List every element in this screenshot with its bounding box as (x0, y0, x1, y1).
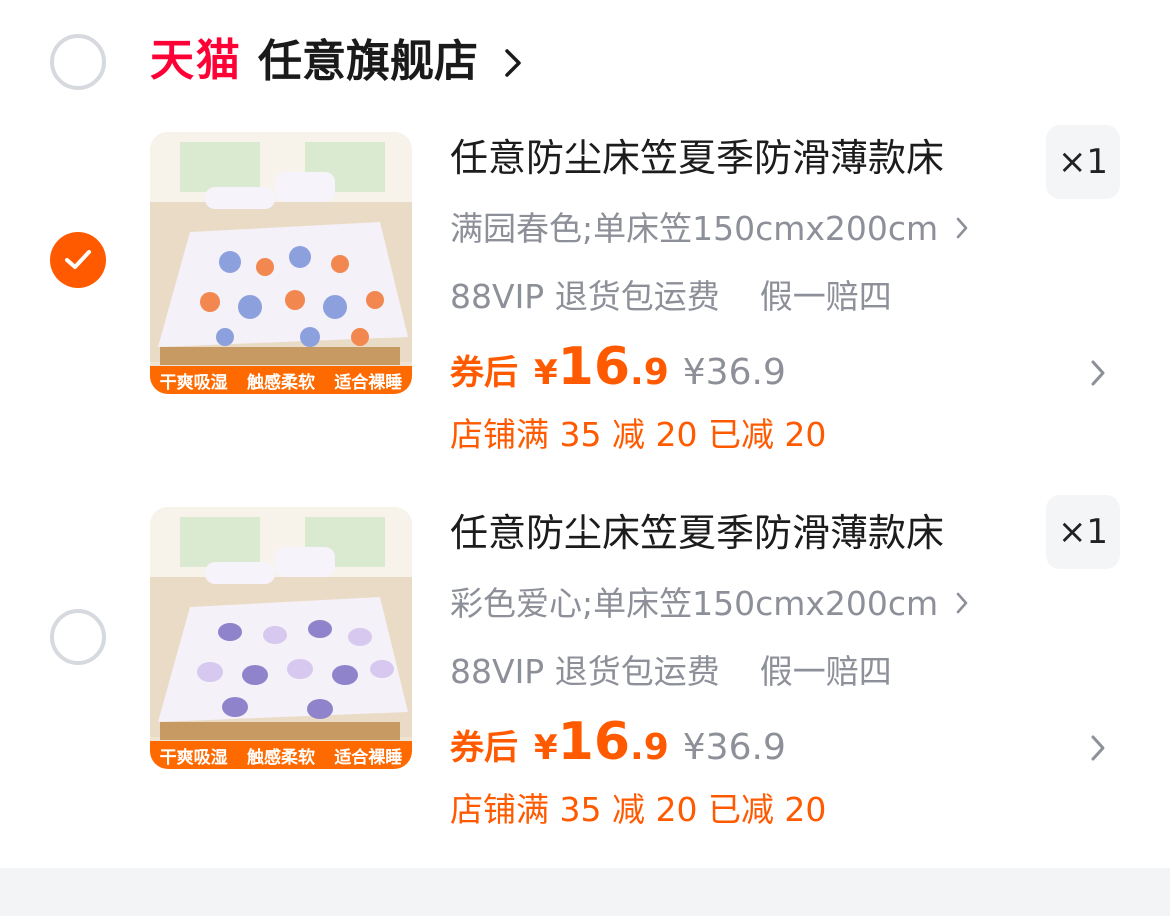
price-row: 券后 ¥16.9 ¥36.9 (450, 712, 786, 776)
item-select-radio-checked[interactable] (50, 232, 106, 288)
chevron-right-icon (956, 592, 968, 614)
product-image-tags: 干爽吸湿 触感柔软 适合裸睡 (150, 741, 412, 769)
sku-selector[interactable]: 彩色爱心;单床笠150cmx200cm (450, 582, 969, 626)
coupon-label: 券后 (450, 353, 518, 393)
checkmark-icon (65, 250, 91, 269)
store-chevron-right-icon[interactable] (504, 48, 522, 78)
promo-text: 店铺满 35 减 20 已减 20 (450, 790, 827, 829)
service-tags: 88VIP 退货包运费 假一赔四 (450, 652, 892, 691)
price-decimal: .9 (630, 352, 669, 393)
product-image[interactable]: 干爽吸湿 触感柔软 适合裸睡 (150, 132, 412, 394)
section-divider (0, 868, 1170, 916)
product-title[interactable]: 任意防尘床笠夏季防滑薄款床 (450, 133, 944, 183)
item-detail-chevron-right-icon[interactable] (1090, 734, 1106, 762)
currency-symbol: ¥ (534, 728, 558, 768)
original-price: ¥36.9 (682, 727, 786, 768)
currency-symbol: ¥ (534, 353, 558, 393)
cart-item: 干爽吸湿 触感柔软 适合裸睡 任意防尘床笠夏季防滑薄款床 ×1 彩色爱心;单床笠… (0, 495, 1170, 875)
promo-text: 店铺满 35 减 20 已减 20 (450, 415, 827, 454)
store-select-radio[interactable] (50, 34, 106, 90)
quantity-selector[interactable]: ×1 (1046, 495, 1120, 569)
service-tags: 88VIP 退货包运费 假一赔四 (450, 277, 892, 316)
cart-item: 干爽吸湿 触感柔软 适合裸睡 任意防尘床笠夏季防滑薄款床 ×1 满园春色;单床笠… (0, 125, 1170, 500)
store-header: 天猫 任意旗舰店 (0, 0, 1170, 125)
quantity-selector[interactable]: ×1 (1046, 125, 1120, 199)
product-image-tags: 干爽吸湿 触感柔软 适合裸睡 (150, 366, 412, 394)
tmall-logo[interactable]: 天猫 (150, 35, 242, 87)
original-price: ¥36.9 (682, 352, 786, 393)
sku-selector[interactable]: 满园春色;单床笠150cmx200cm (450, 207, 969, 251)
product-image[interactable]: 干爽吸湿 触感柔软 适合裸睡 (150, 507, 412, 769)
coupon-label: 券后 (450, 728, 518, 768)
product-title[interactable]: 任意防尘床笠夏季防滑薄款床 (450, 508, 944, 558)
store-name[interactable]: 任意旗舰店 (258, 36, 478, 88)
price-row: 券后 ¥16.9 ¥36.9 (450, 337, 786, 401)
price-integer: 16 (557, 712, 631, 772)
item-select-radio[interactable] (50, 609, 106, 665)
price-decimal: .9 (630, 727, 669, 768)
price-integer: 16 (557, 337, 631, 397)
chevron-right-icon (956, 217, 968, 239)
item-detail-chevron-right-icon[interactable] (1090, 359, 1106, 387)
